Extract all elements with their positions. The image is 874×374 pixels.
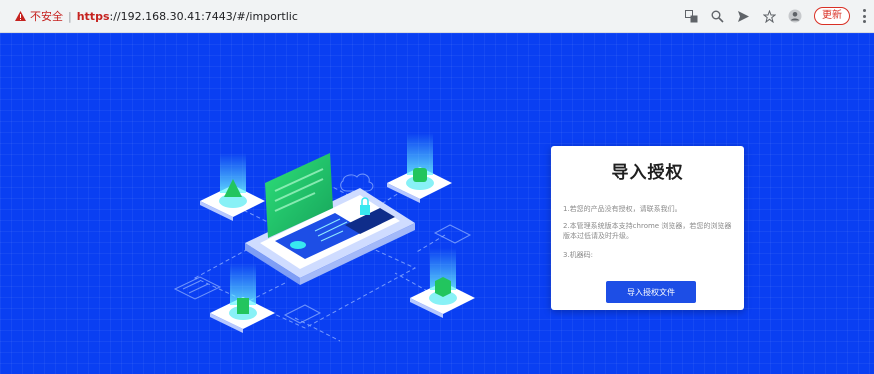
- pad-icon: [210, 263, 275, 333]
- pad-icon: [410, 248, 475, 318]
- update-button[interactable]: 更新: [814, 7, 850, 25]
- browser-actions: 更新: [684, 7, 866, 25]
- import-license-card: 导入授权 1.若您的产品没有授权，请联系我们。 2.本管理系统版本支持chrom…: [551, 146, 744, 310]
- profile-icon[interactable]: [788, 9, 802, 23]
- url-scheme[interactable]: https: [77, 10, 110, 23]
- translate-icon[interactable]: [684, 9, 698, 23]
- warning-icon[interactable]: [14, 10, 26, 22]
- instruction-1: 1.若您的产品没有授权，请联系我们。: [563, 205, 682, 213]
- card-title: 导入授权: [611, 163, 684, 183]
- browser-address-bar: 不安全 | https ://192.168.30.41:7443/#/impo…: [0, 0, 874, 33]
- import-license-button[interactable]: 导入授权文件: [606, 281, 696, 303]
- send-icon[interactable]: [736, 9, 750, 23]
- star-icon[interactable]: [762, 9, 776, 23]
- insecure-label[interactable]: 不安全: [30, 8, 63, 24]
- instruction-2: 2.本管理系统版本支持chrome 浏览器，若您的浏览器版本过低请及时升级。: [563, 222, 732, 240]
- pad-icon: [387, 133, 452, 203]
- url-divider: |: [68, 9, 72, 23]
- license-illustration: [173, 133, 475, 342]
- zoom-icon[interactable]: [710, 9, 724, 23]
- page-background: 导入授权 1.若您的产品没有授权，请联系我们。 2.本管理系统版本支持chrom…: [0, 33, 874, 374]
- url-text[interactable]: ://192.168.30.41:7443/#/importlic: [110, 10, 298, 23]
- pad-icon: [200, 153, 265, 221]
- machine-code-label: 3.机器码:: [563, 251, 594, 259]
- menu-icon[interactable]: [862, 9, 866, 23]
